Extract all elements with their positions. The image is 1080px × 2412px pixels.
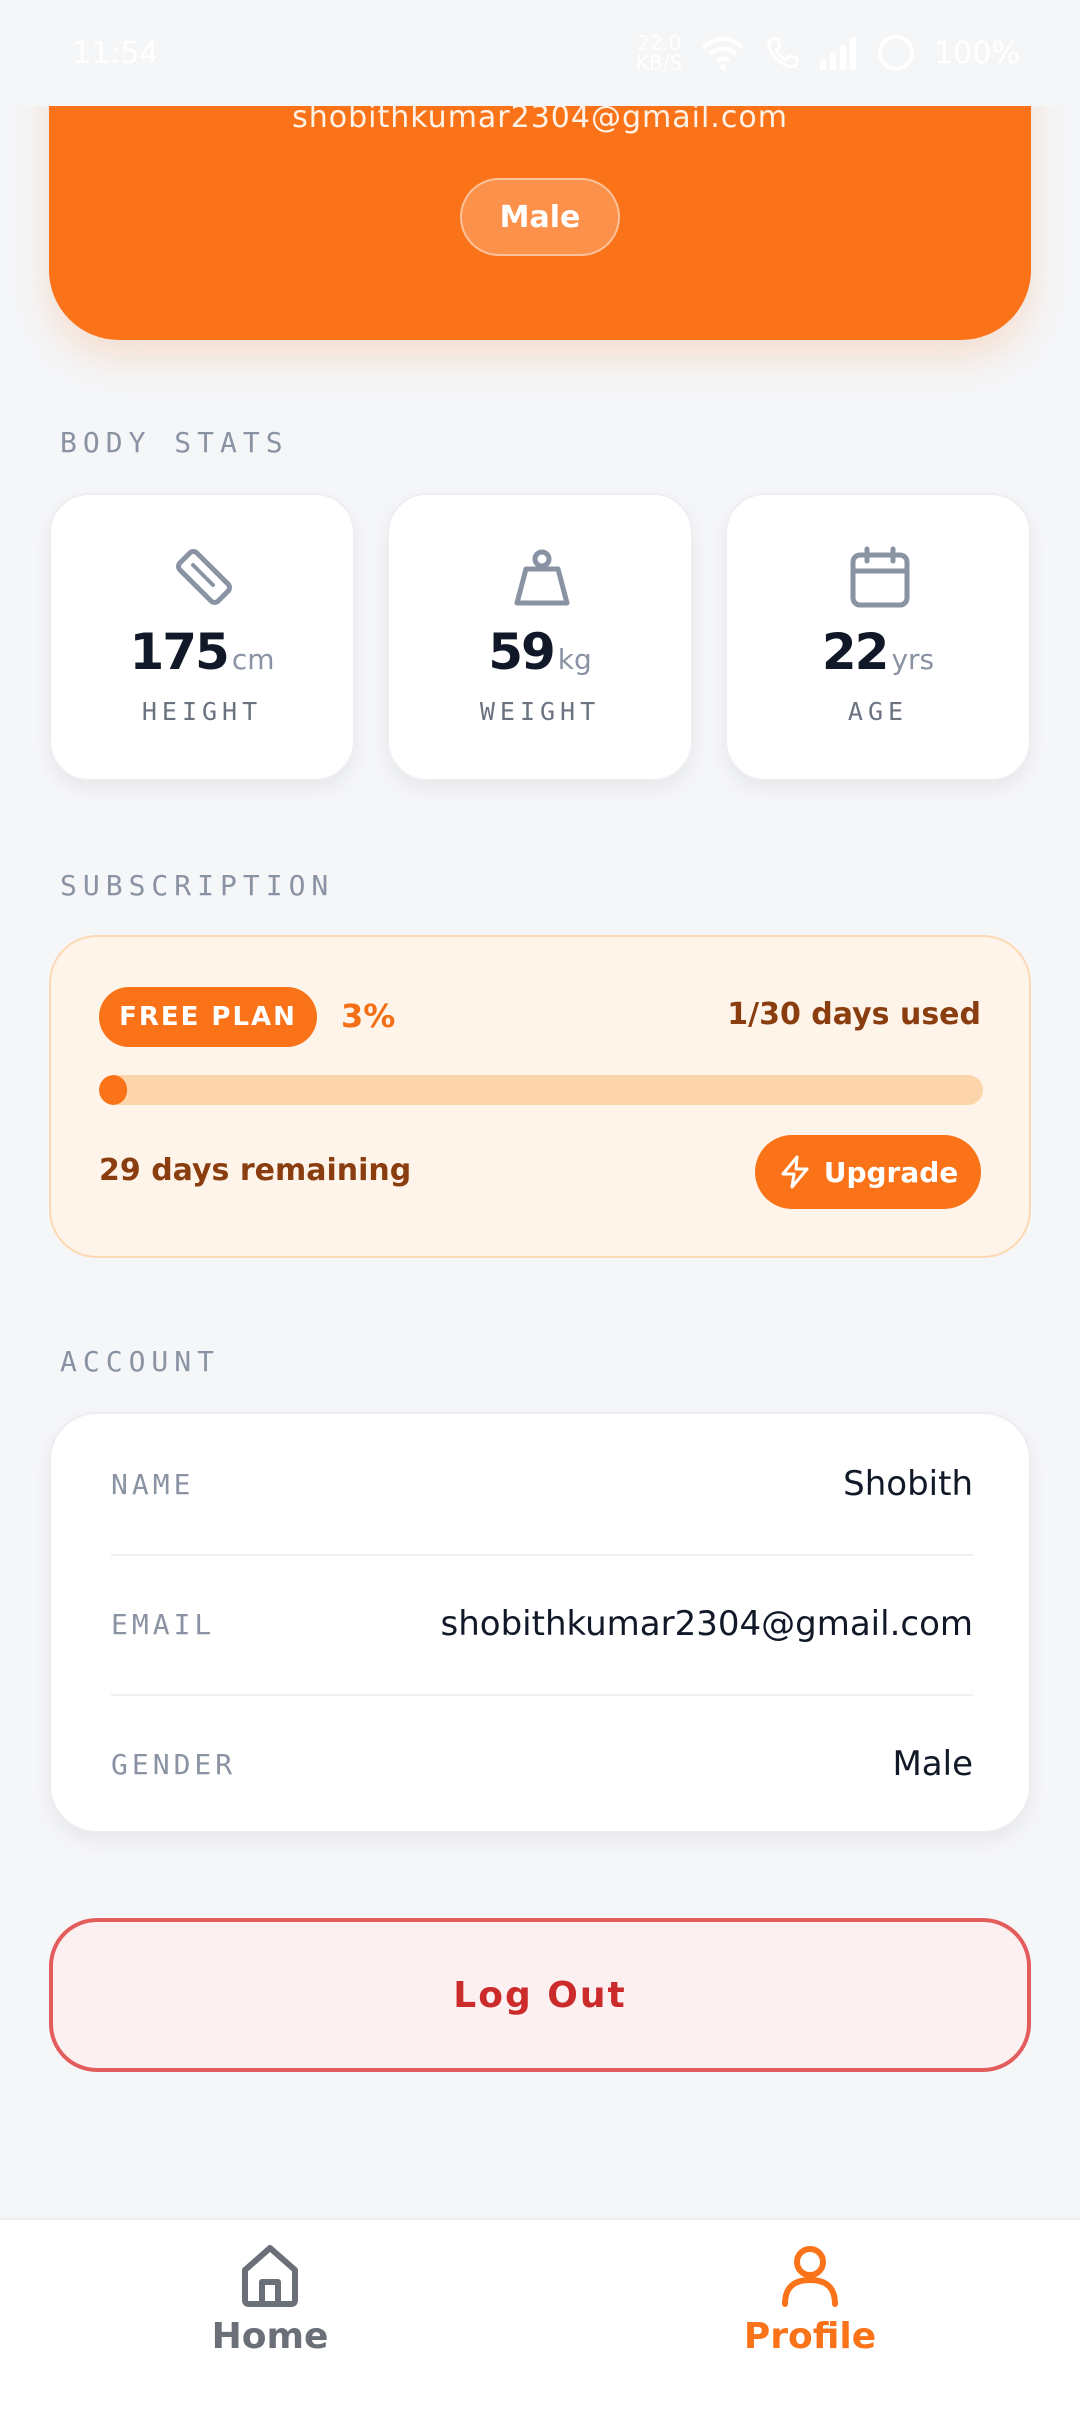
nav-profile-label: Profile [743, 2316, 877, 2357]
height-label: HEIGHT [141, 697, 263, 726]
age-value: 22 [821, 623, 890, 681]
status-time: 11:54 [72, 35, 159, 71]
days-remaining-text: 29 days remaining [99, 1153, 412, 1188]
nav-home[interactable]: Home [170, 2240, 370, 2390]
wifi-icon [701, 37, 745, 70]
account-key-gender: GENDER [111, 1747, 237, 1781]
account-value-name: Shobith [843, 1464, 973, 1504]
account-title: ACCOUNT [60, 1345, 221, 1378]
bottom-nav: Home Profile [0, 2218, 1080, 2412]
age-value-row: 22 yrs [727, 623, 1029, 681]
subscription-card: FREE PLAN 3% 1/30 days used 29 days rema… [49, 935, 1031, 1258]
account-row-name: NAME Shobith [111, 1414, 973, 1554]
stat-card-weight: 59 kg WEIGHT [387, 493, 693, 781]
account-key-name: NAME [111, 1467, 195, 1501]
upgrade-label: Upgrade [823, 1155, 959, 1189]
age-label: AGE [847, 697, 909, 726]
call-icon [767, 37, 799, 69]
battery-icon [878, 35, 915, 71]
account-row-gender: GENDER Male [111, 1694, 973, 1834]
gender-badge: Male [460, 178, 620, 256]
subscription-title: SUBSCRIPTION [60, 869, 335, 902]
plan-badge: FREE PLAN [99, 987, 317, 1047]
home-icon [242, 2245, 298, 2307]
signal-icon [820, 38, 857, 70]
ruler-icon [175, 548, 233, 606]
account-card: NAME Shobith EMAIL shobithkumar2304@gmai… [49, 1412, 1031, 1833]
height-value: 175 [129, 623, 229, 681]
logout-button[interactable]: Log Out [49, 1918, 1031, 2072]
stat-card-age: 22 yrs AGE [725, 493, 1031, 781]
weight-value-row: 59 kg [389, 623, 691, 681]
account-value-gender: Male [892, 1744, 973, 1784]
account-row-email: EMAIL shobithkumar2304@gmail.com [111, 1554, 973, 1694]
plan-usage-percent: 3% [341, 997, 396, 1035]
status-icons: 22.0 KB/S 100% [636, 33, 1020, 73]
weight-label: WEIGHT [479, 697, 601, 726]
net-speed: 22.0 KB/S [635, 31, 683, 75]
height-value-row: 175 cm [51, 623, 353, 681]
subscription-progress-bar [99, 1075, 983, 1105]
status-bar: 11:54 22.0 KB/S 100% [0, 0, 1080, 106]
age-unit: yrs [891, 643, 935, 676]
weight-icon [514, 549, 570, 606]
days-used-text: 1/30 days used [727, 997, 981, 1032]
stat-card-height: 175 cm HEIGHT [49, 493, 355, 781]
body-stats-title: BODY STATS [60, 426, 289, 459]
nav-profile[interactable]: Profile [710, 2240, 910, 2390]
weight-value: 59 [488, 623, 556, 681]
subscription-progress-fill [99, 1075, 127, 1105]
calendar-icon [850, 546, 910, 608]
nav-home-label: Home [211, 2316, 329, 2357]
lightning-icon [781, 1155, 809, 1189]
account-value-email: shobithkumar2304@gmail.com [440, 1604, 973, 1644]
account-key-email: EMAIL [111, 1607, 216, 1641]
height-unit: cm [231, 643, 275, 676]
battery-percent: 100% [934, 35, 1020, 71]
user-icon [782, 2246, 838, 2307]
upgrade-button[interactable]: Upgrade [755, 1135, 981, 1209]
weight-unit: kg [557, 643, 592, 676]
